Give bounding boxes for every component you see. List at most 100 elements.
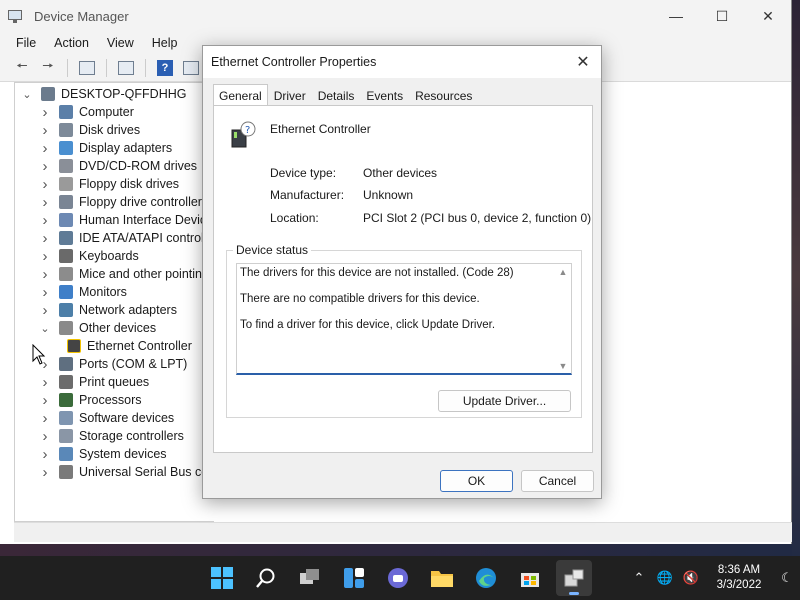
maximize-button[interactable]: ☐ (699, 0, 745, 32)
status-scrollbar[interactable]: ▲ ▼ (555, 264, 571, 374)
tab-general[interactable]: General (213, 84, 268, 106)
properties-icon[interactable] (116, 59, 136, 77)
tree-item[interactable]: › Display adapters (39, 139, 173, 157)
chevron-right-icon[interactable]: › (39, 266, 51, 283)
device-category-icon (59, 105, 73, 119)
chevron-right-icon[interactable]: › (39, 446, 51, 463)
device-category-icon (59, 465, 73, 479)
store-button[interactable] (512, 560, 548, 596)
tree-item[interactable]: › Floppy disk drives (39, 175, 180, 193)
device-manager-icon (8, 8, 24, 24)
tree-item-label: Storage controllers (79, 429, 184, 443)
tab-details[interactable]: Details (312, 84, 361, 106)
tree-item-label: Floppy disk drives (79, 177, 180, 191)
help-icon[interactable]: ? (155, 59, 175, 77)
tree-item[interactable]: › IDE ATA/ATAPI controlle (39, 229, 214, 247)
tree-item[interactable]: › Processors (39, 391, 142, 409)
chevron-right-icon[interactable]: › (39, 230, 51, 247)
device-type-label: Device type: (270, 166, 337, 180)
chevron-right-icon[interactable]: › (39, 464, 51, 481)
tree-item[interactable]: Ethernet Controller (63, 337, 192, 355)
tree-item[interactable]: › Software devices (39, 409, 175, 427)
chevron-right-icon[interactable]: › (39, 374, 51, 391)
chevron-right-icon[interactable]: › (39, 122, 51, 139)
chevron-right-icon[interactable]: › (39, 392, 51, 409)
chevron-down-icon[interactable]: ⌄ (21, 88, 33, 101)
tree-root[interactable]: ⌄ DESKTOP-QFFDHHG (21, 85, 186, 103)
chevron-right-icon[interactable]: › (39, 302, 51, 319)
tree-item-label: Ports (COM & LPT) (79, 357, 188, 371)
tree-item-label: Processors (79, 393, 142, 407)
general-tab-panel: ? Ethernet Controller Device type: Other… (213, 105, 593, 453)
tree-item[interactable]: › DVD/CD-ROM drives (39, 157, 198, 175)
update-driver-button[interactable]: Update Driver... (438, 390, 571, 412)
clock[interactable]: 8:36 AM 3/3/2022 (704, 563, 774, 593)
chevron-right-icon[interactable]: › (39, 158, 51, 175)
show-hidden-icons-chevron-icon[interactable]: ⌃ (626, 570, 652, 586)
tab-events[interactable]: Events (360, 84, 409, 106)
show-hide-console-tree-icon[interactable] (77, 59, 97, 77)
forward-arrow-icon[interactable]: 🠖 (38, 58, 58, 77)
desktop-edge (792, 0, 800, 556)
tree-item[interactable]: › Monitors (39, 283, 127, 301)
tree-item[interactable]: › Computer (39, 103, 134, 121)
chevron-right-icon[interactable]: › (39, 212, 51, 229)
tree-item-label: Human Interface Device (79, 213, 214, 227)
edge-button[interactable] (468, 560, 504, 596)
close-button[interactable]: ✕ (745, 0, 791, 32)
scroll-down-icon[interactable]: ▼ (559, 361, 568, 371)
chevron-right-icon[interactable]: › (39, 104, 51, 121)
widgets-button[interactable] (336, 560, 372, 596)
tree-item[interactable]: › Print queues (39, 373, 150, 391)
chat-button[interactable] (380, 560, 416, 596)
tree-item[interactable]: › Disk drives (39, 121, 141, 139)
device-manager-taskbar-button[interactable] (556, 560, 592, 596)
menu-action[interactable]: Action (54, 36, 89, 50)
tree-item[interactable]: › System devices (39, 445, 167, 463)
menu-help[interactable]: Help (152, 36, 178, 50)
tree-item[interactable]: ⌄ Other devices (39, 319, 156, 337)
ok-button[interactable]: OK (440, 470, 513, 492)
back-arrow-icon[interactable]: 🠔 (12, 58, 32, 77)
tree-item[interactable]: › Universal Serial Bus con (39, 463, 215, 481)
file-explorer-button[interactable] (424, 560, 460, 596)
minimize-button[interactable]: — (653, 0, 699, 32)
tree-item[interactable]: › Keyboards (39, 247, 139, 265)
device-category-icon (59, 375, 73, 389)
location-label: Location: (270, 211, 319, 225)
device-category-icon (59, 429, 73, 443)
tab-resources[interactable]: Resources (409, 84, 478, 106)
cancel-button[interactable]: Cancel (521, 470, 594, 492)
network-globe-icon[interactable]: 🌐 (652, 570, 678, 586)
view-icon[interactable] (181, 59, 201, 77)
start-button[interactable] (204, 560, 240, 596)
chevron-right-icon[interactable]: › (39, 284, 51, 301)
chevron-right-icon[interactable]: › (39, 410, 51, 427)
scroll-up-icon[interactable]: ▲ (559, 267, 568, 277)
tree-item[interactable]: › Mice and other pointing (39, 265, 209, 283)
system-tray: ⌃ 🌐 🔇 8:36 AM 3/3/2022 ☾ (626, 556, 800, 600)
tree-item[interactable]: › Storage controllers (39, 427, 184, 445)
chevron-right-icon[interactable]: › (39, 140, 51, 157)
tab-driver[interactable]: Driver (268, 84, 312, 106)
search-button[interactable] (248, 560, 284, 596)
task-view-button[interactable] (292, 560, 328, 596)
tree-item[interactable]: › Floppy drive controllers (39, 193, 209, 211)
volume-muted-icon[interactable]: 🔇 (678, 570, 704, 586)
device-category-icon (59, 231, 73, 245)
chevron-down-icon[interactable]: ⌄ (39, 322, 51, 335)
device-status-textbox[interactable]: The drivers for this device are not inst… (236, 263, 572, 375)
chevron-right-icon[interactable]: › (39, 248, 51, 265)
menu-file[interactable]: File (16, 36, 36, 50)
tree-item[interactable]: › Human Interface Device (39, 211, 214, 229)
toolbar-divider (145, 58, 146, 77)
tree-item[interactable]: › Ports (COM & LPT) (39, 355, 188, 373)
notifications-moon-icon[interactable]: ☾ (774, 570, 800, 586)
dialog-close-icon[interactable]: ✕ (565, 46, 601, 78)
chevron-right-icon[interactable]: › (39, 194, 51, 211)
tree-item[interactable]: › Network adapters (39, 301, 177, 319)
menu-view[interactable]: View (107, 36, 134, 50)
chevron-right-icon[interactable]: › (39, 176, 51, 193)
tree-item-label: IDE ATA/ATAPI controlle (79, 231, 214, 245)
chevron-right-icon[interactable]: › (39, 428, 51, 445)
